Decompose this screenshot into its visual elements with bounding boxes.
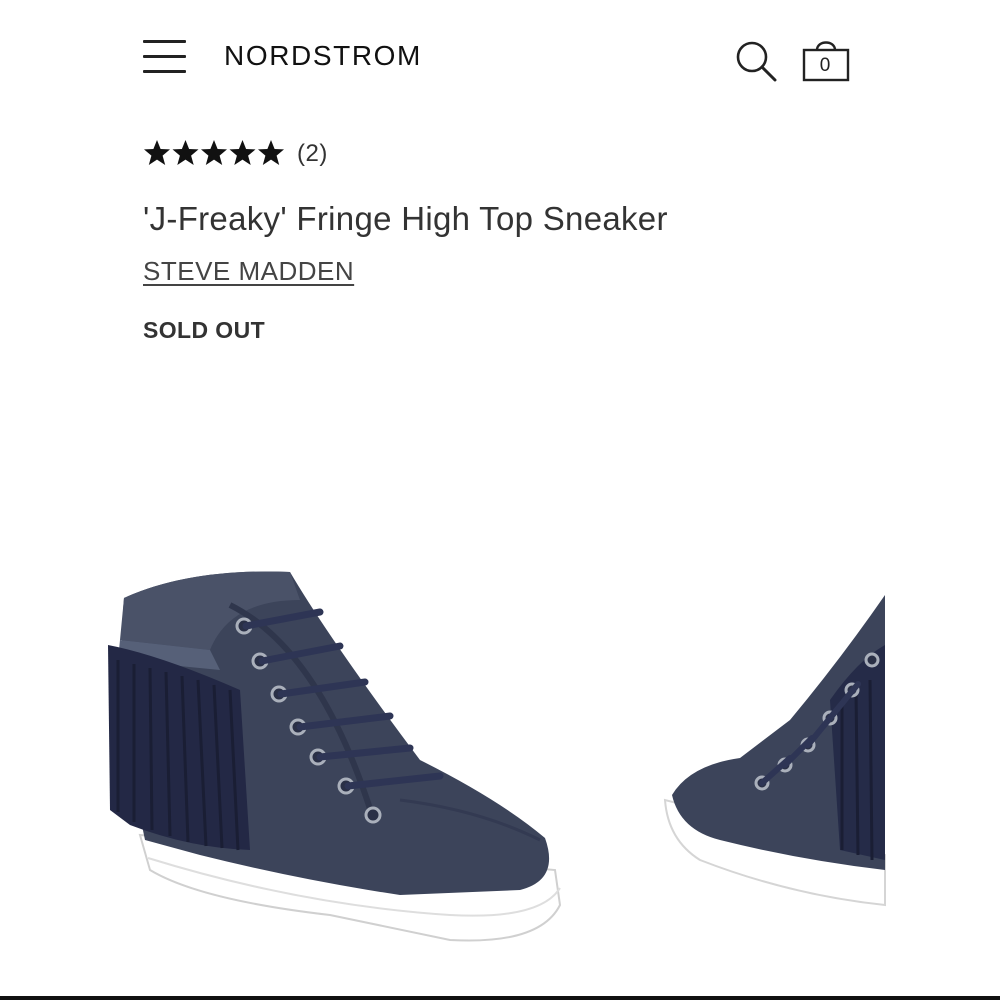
star-icon — [144, 140, 170, 165]
site-header: NORDSTROM 0 — [0, 0, 1000, 120]
nordstrom-logo[interactable]: NORDSTROM — [224, 40, 422, 72]
star-icon — [229, 140, 256, 165]
shopping-bag-icon[interactable]: 0 — [802, 36, 850, 84]
product-image-alternate-view[interactable] — [663, 595, 886, 907]
sold-out-status: SOLD OUT — [143, 317, 266, 343]
product-rating[interactable]: (2) — [143, 136, 328, 172]
search-icon[interactable] — [735, 40, 777, 82]
star-icon — [258, 140, 284, 165]
bag-count: 0 — [819, 55, 831, 76]
product-image-gallery[interactable] — [0, 540, 1000, 980]
star-icon — [201, 140, 227, 165]
product-title: 'J-Freaky' Fringe High Top Sneaker — [143, 200, 668, 237]
brand-link[interactable]: STEVE MADDEN — [143, 256, 354, 287]
review-count[interactable]: (2) — [297, 140, 328, 168]
hamburger-menu-icon[interactable] — [143, 40, 187, 76]
bottom-divider — [0, 996, 1000, 1000]
star-icon — [172, 140, 199, 165]
rating-stars — [143, 139, 285, 169]
product-image-side-view[interactable] — [108, 571, 562, 942]
